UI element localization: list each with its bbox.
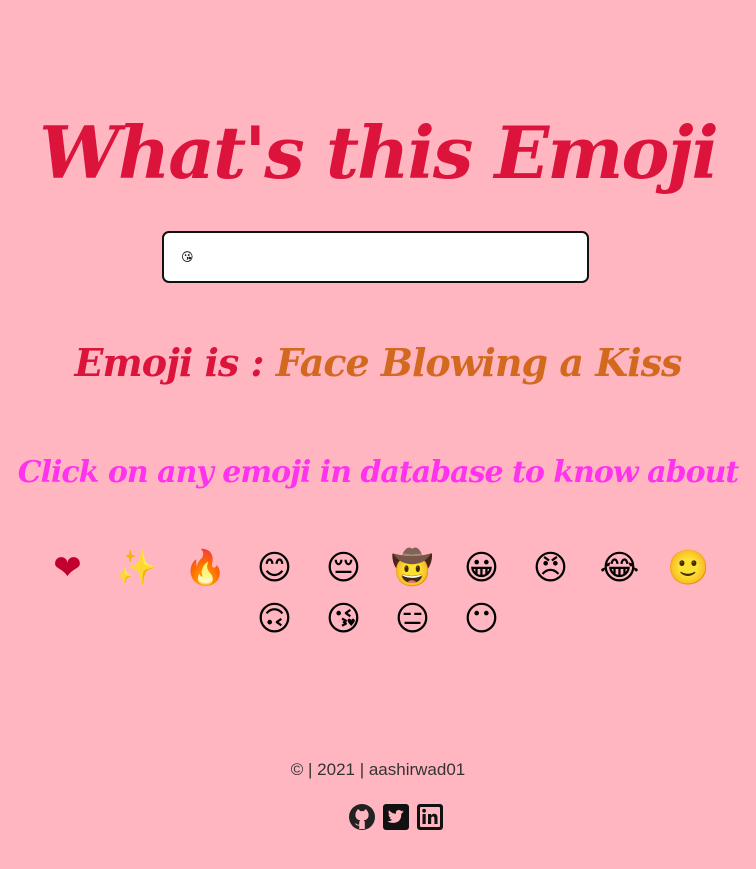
- emoji-sparkles[interactable]: ✨: [102, 543, 171, 594]
- emoji-tears-of-joy[interactable]: 😂: [585, 543, 654, 594]
- social-links: [348, 803, 444, 831]
- emoji-heart[interactable]: ❤: [33, 543, 102, 594]
- database-hint: Click on any emoji in database to know a…: [17, 455, 740, 490]
- footer-copyright: © | 2021 | aashirwad01: [290, 760, 466, 779]
- emoji-expressionless-face[interactable]: 😑: [378, 594, 447, 645]
- emoji-input[interactable]: [178, 233, 571, 281]
- github-link[interactable]: [348, 803, 376, 831]
- result-line: Emoji is : Face Blowing a Kiss: [0, 333, 756, 393]
- twitter-link[interactable]: [382, 803, 410, 831]
- emoji-smiling-face[interactable]: 😊: [240, 543, 309, 594]
- emoji-grinning-face[interactable]: 😀: [447, 543, 516, 594]
- emoji-fire[interactable]: 🔥: [171, 543, 240, 594]
- page-title: What's this Emoji: [39, 110, 719, 196]
- linkedin-icon: [417, 804, 443, 830]
- emoji-face-blowing-kiss[interactable]: 😘: [309, 594, 378, 645]
- emoji-cowboy-face[interactable]: 🤠: [378, 543, 447, 594]
- result-value: Face Blowing a Kiss: [275, 340, 683, 385]
- emoji-slightly-smiling-face[interactable]: 🙂: [654, 543, 723, 594]
- linkedin-link[interactable]: [416, 803, 444, 831]
- result-label: Emoji is :: [74, 340, 276, 385]
- emoji-pensive-face[interactable]: 😔: [309, 543, 378, 594]
- emoji-upside-down-face[interactable]: 🙃: [240, 594, 309, 645]
- search-box[interactable]: [162, 231, 589, 283]
- emoji-angry-face[interactable]: 😠: [516, 543, 585, 594]
- github-icon: [349, 804, 375, 830]
- twitter-icon: [383, 804, 409, 830]
- emoji-face-without-mouth[interactable]: 😶: [447, 594, 516, 645]
- emoji-database: ❤ ✨ 🔥 😊 😔 🤠 😀 😠 😂 🙂 🙃 😘 😑 😶: [0, 543, 756, 645]
